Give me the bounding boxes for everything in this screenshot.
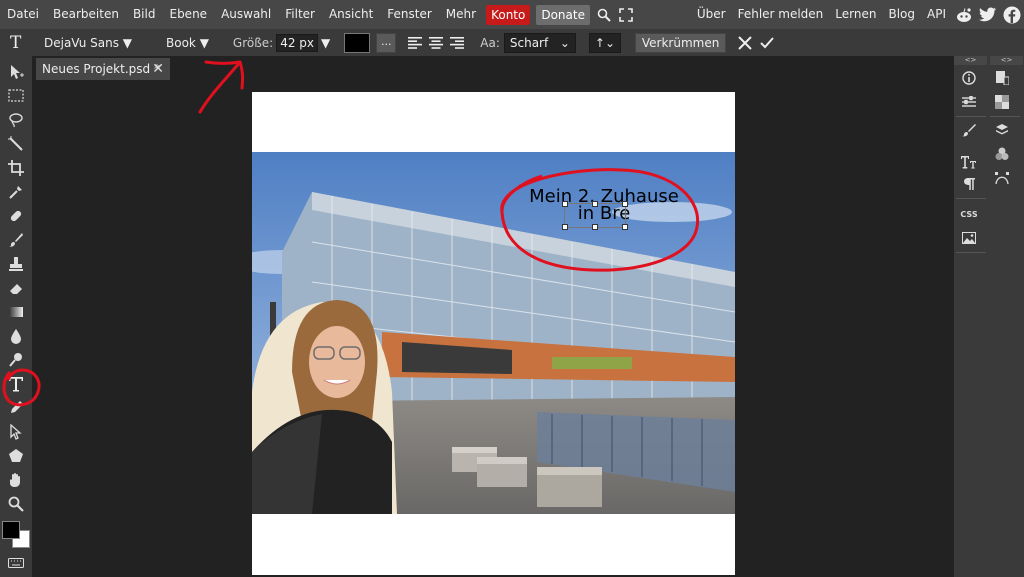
- css-icon[interactable]: CSS: [959, 204, 979, 224]
- transform-handle[interactable]: [622, 201, 628, 207]
- pen-icon[interactable]: [6, 398, 26, 418]
- menu-mehr[interactable]: Mehr: [439, 0, 483, 29]
- confirm-icon[interactable]: [758, 34, 776, 52]
- swatches-icon[interactable]: [992, 92, 1012, 112]
- size-input[interactable]: 42 px: [276, 33, 319, 52]
- donate-button[interactable]: Donate: [536, 4, 590, 25]
- adjustments-icon[interactable]: [959, 92, 979, 112]
- panel-divider: [990, 116, 1020, 117]
- document-tab-bar: Neues Projekt.psd * ✕: [32, 56, 954, 82]
- panel-divider: [956, 198, 986, 199]
- healing-icon[interactable]: [6, 206, 26, 226]
- move-icon[interactable]: [6, 62, 26, 82]
- align-center-icon[interactable]: [427, 34, 445, 52]
- align-right-icon[interactable]: [448, 34, 466, 52]
- hand-icon[interactable]: [6, 470, 26, 490]
- type-icon[interactable]: [6, 374, 26, 394]
- reddit-icon[interactable]: [952, 0, 976, 29]
- magic-wand-icon[interactable]: [6, 134, 26, 154]
- close-icon[interactable]: ✕: [152, 61, 164, 77]
- size-dropdown-icon[interactable]: ▼: [321, 36, 330, 50]
- menu-ebene[interactable]: Ebene: [162, 0, 214, 29]
- search-icon[interactable]: [593, 0, 615, 29]
- tool-bar: [0, 56, 32, 577]
- channels-icon[interactable]: [992, 144, 1012, 164]
- shape-icon[interactable]: [6, 446, 26, 466]
- paragraph-icon[interactable]: [959, 174, 979, 194]
- document-tab[interactable]: Neues Projekt.psd * ✕: [36, 58, 170, 80]
- eyedropper-icon[interactable]: [6, 182, 26, 202]
- direction-value: ↑: [594, 35, 605, 50]
- panel-divider: [956, 116, 986, 117]
- type-tool-icon: T: [10, 32, 22, 53]
- layers-icon[interactable]: [992, 120, 1012, 140]
- lasso-icon[interactable]: [6, 110, 26, 130]
- eraser-icon[interactable]: [6, 278, 26, 298]
- info-icon[interactable]: [959, 68, 979, 88]
- link-api[interactable]: API: [921, 0, 952, 29]
- font-family-select[interactable]: DejaVu Sans ▼: [44, 36, 132, 50]
- more-options-button[interactable]: ...: [376, 32, 397, 53]
- facebook-icon[interactable]: [1000, 0, 1024, 29]
- link-fehler-melden[interactable]: Fehler melden: [732, 0, 830, 29]
- keyboard-icon[interactable]: [8, 558, 24, 568]
- menu-bar: Datei Bearbeiten Bild Ebene Auswahl Filt…: [0, 0, 1024, 29]
- menu-bild[interactable]: Bild: [126, 0, 163, 29]
- chevron-down-icon: ⌄: [604, 35, 615, 50]
- antialias-select[interactable]: Scharf ⌄: [503, 32, 576, 53]
- right-panel: <> <> CSS: [954, 56, 1024, 577]
- menu-filter[interactable]: Filter: [278, 0, 322, 29]
- size-label: Größe:: [232, 35, 274, 50]
- panel-divider: [956, 252, 986, 253]
- menu-fenster[interactable]: Fenster: [380, 0, 439, 29]
- history-icon[interactable]: [992, 68, 1012, 88]
- menu-datei[interactable]: Datei: [0, 0, 46, 29]
- link-blog[interactable]: Blog: [882, 0, 921, 29]
- options-bar: T DejaVu Sans ▼ Book ▼ Größe: 42 px ▼ ..…: [0, 29, 1024, 57]
- font-family-value: DejaVu Sans: [44, 35, 119, 50]
- direction-select[interactable]: ↑ ⌄: [588, 32, 621, 53]
- link-ueber[interactable]: Über: [691, 0, 732, 29]
- image-icon[interactable]: [959, 228, 979, 248]
- marquee-icon[interactable]: [6, 86, 26, 106]
- panel-collapse-icon[interactable]: <>: [954, 56, 987, 65]
- zoom-icon[interactable]: [6, 494, 26, 514]
- menu-bearbeiten[interactable]: Bearbeiten: [46, 0, 126, 29]
- brush-settings-icon[interactable]: [959, 120, 979, 140]
- paths-icon[interactable]: [992, 168, 1012, 188]
- stamp-icon[interactable]: [6, 254, 26, 274]
- dodge-icon[interactable]: [6, 350, 26, 370]
- fullscreen-icon[interactable]: [615, 0, 637, 29]
- crop-icon[interactable]: [6, 158, 26, 178]
- text-bounding-box[interactable]: [562, 201, 628, 230]
- path-select-icon[interactable]: [6, 422, 26, 442]
- document-tab-label: Neues Projekt.psd *: [42, 62, 160, 76]
- antialias-value: Scharf: [509, 35, 549, 50]
- transform-handle[interactable]: [592, 224, 598, 230]
- antialias-label: Aa:: [480, 35, 500, 50]
- menu-ansicht[interactable]: Ansicht: [322, 0, 380, 29]
- align-left-icon[interactable]: [406, 34, 424, 52]
- font-style-select[interactable]: Book ▼: [166, 36, 209, 50]
- transform-handle[interactable]: [622, 224, 628, 230]
- menu-auswahl[interactable]: Auswahl: [214, 0, 278, 29]
- twitter-icon[interactable]: [976, 0, 1000, 29]
- transform-handle[interactable]: [592, 201, 598, 207]
- foreground-color-swatch[interactable]: [2, 521, 20, 539]
- konto-button[interactable]: Konto: [486, 4, 531, 25]
- transform-handle[interactable]: [562, 224, 568, 230]
- warp-button[interactable]: Verkrümmen: [634, 32, 727, 53]
- link-lernen[interactable]: Lernen: [829, 0, 882, 29]
- cancel-icon[interactable]: [736, 34, 754, 52]
- font-style-value: Book: [166, 35, 196, 50]
- character-icon[interactable]: [959, 152, 979, 172]
- brush-icon[interactable]: [6, 230, 26, 250]
- text-color-swatch[interactable]: [344, 32, 371, 53]
- gradient-icon[interactable]: [6, 302, 26, 322]
- blur-icon[interactable]: [6, 326, 26, 346]
- panel-collapse-icon[interactable]: <>: [990, 56, 1023, 65]
- chevron-down-icon: ⌄: [559, 35, 570, 50]
- transform-handle[interactable]: [562, 201, 568, 207]
- document-canvas[interactable]: Mein 2. Zuhause in Bre: [252, 92, 735, 575]
